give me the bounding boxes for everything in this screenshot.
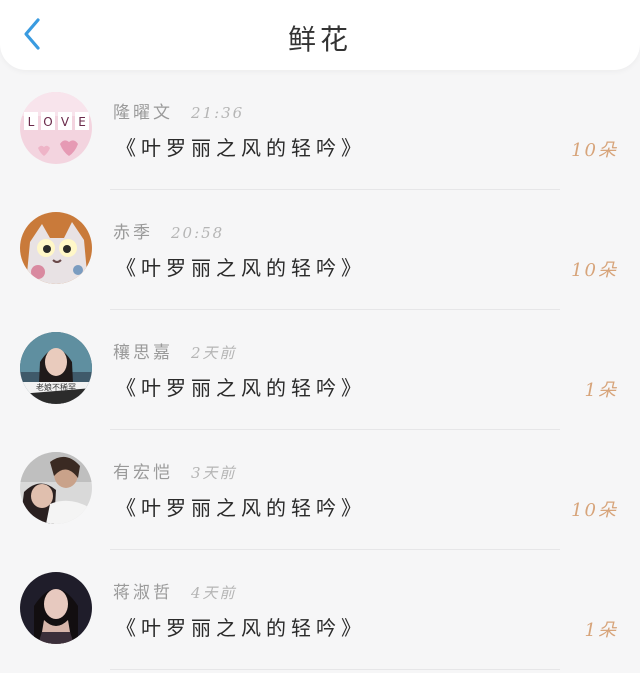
svg-text:E: E xyxy=(78,115,86,129)
avatar-caption: 老娘不稀罕 xyxy=(36,382,76,392)
list-item[interactable]: 赤季 20:58 《叶罗丽之风的轻吟》 10朵 xyxy=(0,190,640,310)
sender-name: 蒋淑哲 xyxy=(113,583,173,603)
work-title[interactable]: 《叶罗丽之风的轻吟》 xyxy=(116,372,366,401)
sender-name: 穰思嘉 xyxy=(113,343,173,363)
flower-list: L O V E 隆曜文 21:36 《叶罗丽之风的轻吟》 10朵 赤季 20:5… xyxy=(0,70,640,670)
girl-portrait-avatar[interactable]: 老娘不稀罕 xyxy=(20,332,92,404)
sent-time: 20:58 xyxy=(171,224,225,242)
flower-count: 10朵 xyxy=(571,260,618,281)
sender-info: 有宏恺 3天前 xyxy=(113,458,237,483)
sent-time: 21:36 xyxy=(191,104,245,122)
sent-time: 4天前 xyxy=(191,584,237,602)
sender-info: 隆曜文 21:36 xyxy=(113,98,244,123)
list-item[interactable]: L O V E 隆曜文 21:36 《叶罗丽之风的轻吟》 10朵 xyxy=(0,70,640,190)
svg-text:V: V xyxy=(61,115,70,129)
work-title[interactable]: 《叶罗丽之风的轻吟》 xyxy=(116,612,366,641)
flower-count: 1朵 xyxy=(584,380,618,401)
work-title[interactable]: 《叶罗丽之风的轻吟》 xyxy=(116,492,366,521)
sender-name: 隆曜文 xyxy=(113,103,173,123)
cartoon-cat-avatar[interactable] xyxy=(20,212,92,284)
woman-portrait-avatar[interactable] xyxy=(20,572,92,644)
love-letters-avatar[interactable]: L O V E xyxy=(20,92,92,164)
sender-name: 赤季 xyxy=(113,223,153,243)
divider xyxy=(110,669,560,670)
flower-count: 1朵 xyxy=(584,620,618,641)
sender-info: 穰思嘉 2天前 xyxy=(113,338,237,363)
list-item[interactable]: 蒋淑哲 4天前 《叶罗丽之风的轻吟》 1朵 xyxy=(0,550,640,670)
sent-time: 2天前 xyxy=(191,344,237,362)
svg-text:L: L xyxy=(28,115,35,129)
page-title: 鲜花 xyxy=(287,23,352,56)
sender-info: 赤季 20:58 xyxy=(113,218,224,243)
couple-photo-avatar[interactable] xyxy=(20,452,92,524)
list-item[interactable]: 老娘不稀罕 穰思嘉 2天前 《叶罗丽之风的轻吟》 1朵 xyxy=(0,310,640,430)
svg-text:O: O xyxy=(43,115,52,129)
work-title[interactable]: 《叶罗丽之风的轻吟》 xyxy=(116,252,366,281)
sender-name: 有宏恺 xyxy=(113,463,173,483)
sent-time: 3天前 xyxy=(191,464,237,482)
flower-count: 10朵 xyxy=(571,500,618,521)
top-bar: 鲜花 xyxy=(0,0,640,70)
flower-count: 10朵 xyxy=(571,140,618,161)
work-title[interactable]: 《叶罗丽之风的轻吟》 xyxy=(116,132,366,161)
list-item[interactable]: 有宏恺 3天前 《叶罗丽之风的轻吟》 10朵 xyxy=(0,430,640,550)
sender-info: 蒋淑哲 4天前 xyxy=(113,578,237,603)
